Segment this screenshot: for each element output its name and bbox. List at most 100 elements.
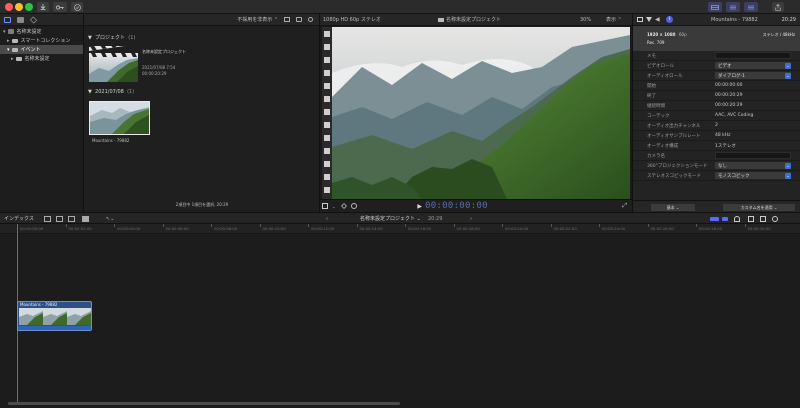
timeline-clip[interactable]: Mountains - 79882 [17, 301, 92, 331]
sidebar-item-library[interactable]: ▾ 名称未設定 [0, 27, 83, 36]
headphones-icon[interactable] [734, 216, 740, 222]
event-icon [15, 56, 22, 61]
metadata-view-popup[interactable]: 基本 ⌄ [651, 204, 695, 211]
format-label[interactable]: 1080p HD 60p ステレオ [323, 16, 381, 23]
clip-appearance-icon[interactable] [748, 216, 754, 222]
append-clip-icon[interactable] [68, 216, 75, 222]
disclosure-triangle-icon[interactable]: ▾ [3, 29, 6, 35]
ruler-label: 00:00:04:00 [117, 226, 141, 231]
color-correction-icon[interactable] [351, 203, 358, 209]
index-button[interactable]: インデックス [4, 216, 34, 222]
sidebar-item-label: 名称未設定 [24, 56, 50, 62]
project-icon [438, 17, 444, 22]
import-button[interactable] [37, 2, 49, 12]
inspector-properties: メモ ビデオロール ビデオ ⌄ オーディオロール ダイアログ-1 ⌄ 開始 00:00:0… [633, 51, 800, 181]
disclosure-triangle-icon[interactable]: ▼ [88, 89, 92, 95]
zoom-popup[interactable]: 30% [580, 17, 591, 23]
enhance-wand-icon[interactable] [341, 203, 348, 209]
timeline-project-name[interactable]: 名称未設定プロジェクト ⌄ [360, 216, 421, 222]
timeline-area[interactable] [0, 224, 800, 408]
library-sidebar: ▾ 名称未設定 ▸ スマートコレクション ▾ イベント ▸ 名称未設定 [0, 14, 84, 212]
audio-role-popup[interactable]: ダイアログ-1 ⌄ [715, 72, 791, 79]
search-icon[interactable] [308, 17, 313, 22]
sidebar-item-event-untitled[interactable]: ▸ 名称未設定 [0, 54, 83, 63]
forward-arrow-icon[interactable]: › [470, 216, 472, 222]
inspector-footer: 基本 ⌄ カスタム名を適用 ⌄ [633, 200, 800, 212]
transform-icon[interactable] [322, 203, 328, 209]
play-icon[interactable]: ▶ [417, 203, 422, 210]
stereoscopic-mode-popup[interactable]: モノスコピック ⌄ [715, 172, 791, 179]
speaker-icon[interactable]: ◀ [655, 16, 660, 23]
project-name: 名称未設定プロジェクト [142, 49, 186, 54]
share-button[interactable] [772, 2, 784, 12]
mountain-clip-image [90, 102, 149, 134]
effects-browser-icon[interactable] [760, 216, 766, 222]
group-header-projects[interactable]: ▼ プロジェクト (1) [88, 35, 135, 41]
photos-icon[interactable] [17, 16, 24, 23]
disclosure-triangle-icon[interactable]: ▼ [88, 35, 92, 41]
transitions-browser-icon[interactable] [772, 216, 778, 222]
timeline-horizontal-scrollbar[interactable] [8, 402, 400, 405]
keyword-button[interactable] [53, 2, 67, 12]
ruler-label: 00:00:26:00 [650, 226, 674, 231]
sidebar-item-smart-collections[interactable]: ▸ スマートコレクション [0, 36, 83, 45]
library-icon[interactable] [4, 16, 11, 23]
popup-arrow-icon: ⌄ [785, 162, 791, 169]
inspector-row-video-role: ビデオロール ビデオ ⌄ [633, 61, 800, 71]
group-header-date[interactable]: ▼ 2021/07/08 (1) [88, 89, 134, 95]
clip-thumbnail[interactable] [89, 101, 150, 135]
audio-inspector-icon[interactable] [646, 17, 652, 22]
video-inspector-icon[interactable] [637, 17, 643, 22]
group-title: プロジェクト [95, 35, 126, 41]
video-role-popup[interactable]: ビデオ ⌄ [715, 62, 791, 69]
disclosure-triangle-icon[interactable]: ▾ [7, 47, 10, 53]
clip-thumbnails-image [19, 308, 91, 325]
insert-clip-icon[interactable] [56, 216, 63, 222]
film-perforation-icon [324, 31, 330, 193]
popup-arrow-icon: ⌄ [785, 62, 791, 69]
apply-custom-name-popup[interactable]: カスタム名を適用 ⌄ [723, 204, 795, 211]
notes-field[interactable] [715, 52, 791, 59]
back-arrow-icon[interactable]: ‹ [326, 216, 328, 222]
chevron-down-icon[interactable]: ⌄ [332, 204, 335, 209]
show-timeline-button[interactable] [726, 2, 740, 12]
projection-mode-popup[interactable]: なし ⌄ [715, 162, 791, 169]
audio-skimming-icon[interactable] [722, 217, 728, 221]
inspector-row-audio-config: オーディオ構成 1ステレオ [633, 141, 800, 151]
skimming-icon[interactable] [710, 217, 719, 221]
ruler-tick [599, 224, 600, 227]
ruler-label: 00:00:02:00 [68, 226, 92, 231]
select-tool-icon[interactable]: ↖⌄ [106, 216, 114, 222]
ruler-tick [259, 224, 261, 227]
timecode-display[interactable]: 00:00:00:00 [425, 201, 488, 211]
disclosure-triangle-icon[interactable]: ▸ [7, 38, 10, 44]
sidebar-item-events[interactable]: ▾ イベント [0, 45, 83, 54]
disclosure-triangle-icon[interactable]: ▸ [11, 56, 14, 62]
timeline-clip-name: Mountains - 79882 [20, 302, 58, 307]
close-button[interactable] [5, 3, 13, 11]
background-tasks-button[interactable] [71, 2, 83, 12]
show-inspector-button[interactable] [744, 2, 758, 12]
show-browser-button[interactable] [708, 2, 722, 12]
connect-clip-icon[interactable] [44, 216, 51, 222]
titles-icon[interactable] [29, 15, 38, 24]
view-popup[interactable]: 表示 ⌃ [606, 16, 622, 23]
clip-appearance-icon[interactable] [284, 17, 290, 22]
list-view-icon[interactable] [296, 17, 302, 22]
clip-info-header: 1920 × 1080 60p ステレオ / 48kHz Rec. 709 [633, 26, 800, 51]
fullscreen-icon[interactable]: ⤢ [622, 202, 627, 210]
timeline-ruler[interactable]: 00:00:00:00 00:00:02:00 00:00:04:00 00:00:0… [0, 224, 800, 234]
minimize-button[interactable] [15, 3, 23, 11]
viewer-video-frame[interactable] [332, 27, 630, 199]
camera-name-field[interactable] [715, 152, 791, 159]
share-icon [775, 3, 781, 11]
info-icon[interactable]: i [666, 16, 673, 23]
popup-arrow-icon: ⌄ [785, 72, 791, 79]
selection-status: 2項目中 1項目を選択, 20:29 [175, 202, 229, 207]
library-icon [7, 29, 14, 34]
overwrite-clip-icon[interactable] [82, 216, 89, 222]
filter-popup[interactable]: 不採用を非表示 ⌃ [237, 16, 278, 23]
project-thumbnail[interactable] [89, 46, 138, 82]
toolbar [0, 0, 800, 14]
zoom-button[interactable] [25, 3, 33, 11]
